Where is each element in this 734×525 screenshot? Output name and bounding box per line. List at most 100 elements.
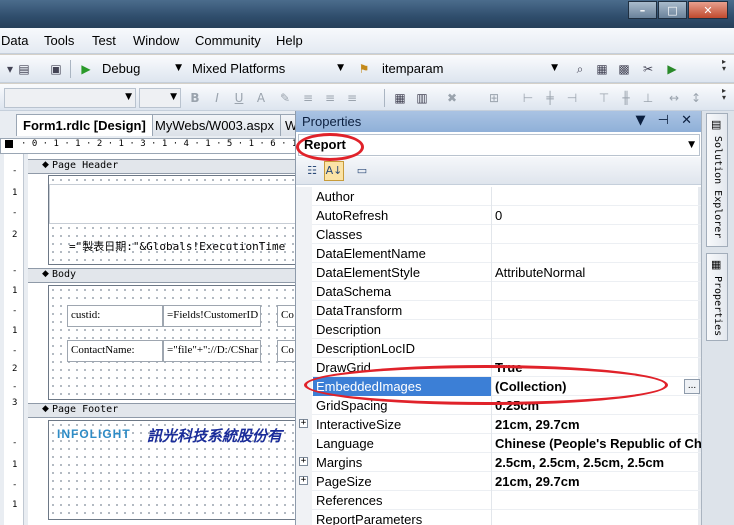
column-divider[interactable] (491, 415, 492, 434)
align-lefts-icon[interactable]: ⊢ (520, 90, 536, 106)
column-divider[interactable] (491, 377, 492, 396)
tab-w003-aspx[interactable]: MyWebs/W003.aspx (148, 114, 281, 136)
property-row[interactable]: GridSpacing 0.25cm (296, 396, 702, 415)
property-value[interactable]: True (495, 360, 702, 375)
same-height-icon[interactable]: ↕ (688, 90, 704, 106)
contactname-value-cell[interactable]: ="file"+"://D:/CShar (163, 340, 261, 362)
page-header-band-label[interactable]: ◆ Page Header (28, 159, 298, 174)
property-name[interactable]: PageSize (316, 474, 488, 489)
column-divider[interactable] (491, 472, 492, 491)
property-row[interactable]: + InteractiveSize 21cm, 29.7cm (296, 415, 702, 434)
property-row[interactable]: + Margins 2.5cm, 2.5cm, 2.5cm, 2.5cm (296, 453, 702, 472)
property-row[interactable]: Classes (296, 225, 702, 244)
report-design-surface[interactable]: ◆ Page Header ="製表日期:"&Globals!Execution… (28, 154, 299, 525)
property-value[interactable]: (Collection) (495, 379, 702, 394)
alphabetical-sort-icon[interactable]: A↓ (324, 161, 344, 181)
property-row[interactable]: DescriptionLocID (296, 339, 702, 358)
property-name[interactable]: DataTransform (316, 303, 488, 318)
page-footer-band-label[interactable]: ◆ Page Footer (28, 403, 298, 418)
menu-help[interactable]: Help (276, 33, 303, 48)
property-row[interactable]: References (296, 491, 702, 510)
align-bottoms-icon[interactable]: ⊥ (640, 90, 656, 106)
align-tops-icon[interactable]: ⊤ (596, 90, 612, 106)
body-band-label[interactable]: ◆ Body (28, 268, 298, 283)
properties-window-icon[interactable]: ▩ (616, 61, 632, 77)
find-icon[interactable]: ⌕ (572, 61, 588, 77)
menu-window[interactable]: Window (133, 33, 179, 48)
property-value[interactable]: Chinese (People's Republic of China) (495, 436, 702, 451)
page-header-band[interactable]: ="製表日期:"&Globals!ExecutionTime (48, 175, 298, 265)
property-value[interactable]: 2.5cm, 2.5cm, 2.5cm, 2.5cm (495, 455, 702, 470)
expand-icon[interactable]: + (299, 457, 308, 466)
property-row[interactable]: EmbeddedImages (Collection)... (296, 377, 702, 396)
start-debug-icon[interactable]: ▶ (78, 61, 94, 77)
header-textbox[interactable] (49, 184, 297, 224)
object-select[interactable]: Report ▼ (298, 134, 700, 156)
property-name[interactable]: DataElementStyle (316, 265, 488, 280)
tab-form1-design[interactable]: Form1.rdlc [Design] (16, 114, 153, 136)
close-window-button[interactable]: ✕ (688, 1, 728, 19)
property-row[interactable]: Description (296, 320, 702, 339)
property-name[interactable]: InteractiveSize (316, 417, 488, 432)
menu-tools[interactable]: Tools (44, 33, 74, 48)
object-browser-icon[interactable]: ▶ (664, 61, 680, 77)
column-divider[interactable] (491, 510, 492, 525)
page-footer-band[interactable]: INFOLIGHT 訊光科技系統股份有 (48, 420, 298, 520)
property-name[interactable]: Description (316, 322, 488, 337)
bold-icon[interactable]: B (187, 90, 203, 106)
property-name[interactable]: GridSpacing (316, 398, 488, 413)
menu-data[interactable]: Data (1, 33, 28, 48)
categorized-icon[interactable]: ☷ (302, 161, 322, 181)
property-value[interactable]: AttributeNormal (495, 265, 702, 280)
property-name[interactable]: DataSchema (316, 284, 488, 299)
font-color-icon[interactable]: A (253, 90, 269, 106)
property-row[interactable]: AutoRefresh 0 (296, 206, 702, 225)
align-middles-icon[interactable]: ╫ (618, 90, 634, 106)
property-name[interactable]: ReportParameters (316, 512, 488, 525)
property-row[interactable]: DataSchema (296, 282, 702, 301)
toolbar-overflow-icon[interactable]: ▸ ▾ (722, 58, 726, 73)
property-value[interactable]: 0.25cm (495, 398, 702, 413)
find-in-files-icon[interactable]: ⚑ (356, 61, 372, 77)
property-row[interactable]: DataElementStyle AttributeNormal (296, 263, 702, 282)
align-center-icon[interactable]: ≡ (322, 90, 338, 106)
align-rights-icon[interactable]: ⊣ (564, 90, 580, 106)
property-value[interactable]: 0 (495, 208, 702, 223)
column-divider[interactable] (491, 358, 492, 377)
column-divider[interactable] (491, 263, 492, 282)
toolbox-icon[interactable]: ✂ (640, 61, 656, 77)
delete-icon[interactable]: ✖ (444, 90, 460, 106)
property-row[interactable]: + PageSize 21cm, 29.7cm (296, 472, 702, 491)
grid-icon[interactable]: ▦ (392, 90, 408, 106)
custid-label-cell[interactable]: custid: (67, 305, 163, 327)
copy-icon[interactable]: ▤ (16, 61, 32, 77)
menu-community[interactable]: Community (195, 33, 261, 48)
underline-icon[interactable]: U (231, 90, 247, 106)
dock-tab-solution-explorer[interactable]: ▤ Solution Explorer (706, 113, 728, 247)
property-name[interactable]: DescriptionLocID (316, 341, 488, 356)
property-row[interactable]: DataElementName (296, 244, 702, 263)
platform-select[interactable]: Mixed Platforms ▼ (188, 59, 348, 79)
maximize-button[interactable]: □ (658, 1, 687, 19)
panel-controls[interactable]: ▼ ⊣ ✕ (636, 113, 696, 128)
ellipsis-button[interactable]: ... (684, 379, 700, 394)
column-divider[interactable] (491, 396, 492, 415)
property-name[interactable]: Author (316, 189, 488, 204)
column-divider[interactable] (491, 244, 492, 263)
property-name[interactable]: DataElementName (316, 246, 488, 261)
property-row[interactable]: Language Chinese (People's Republic of Ch… (296, 434, 702, 453)
menu-test[interactable]: Test (92, 33, 116, 48)
property-row[interactable]: DrawGrid True (296, 358, 702, 377)
header-expression[interactable]: ="製表日期:"&Globals!ExecutionTime (69, 238, 297, 254)
find-combo[interactable]: itemparam ▼ (378, 59, 562, 79)
column-divider[interactable] (491, 491, 492, 510)
column-divider[interactable] (491, 282, 492, 301)
background-color-icon[interactable]: ✎ (277, 90, 293, 106)
company-name-textbox[interactable]: 訊光科技系統股份有 (147, 425, 282, 446)
dock-tab-properties[interactable]: ▦ Properties (706, 253, 728, 341)
italic-icon[interactable]: I (209, 90, 225, 106)
column-divider[interactable] (491, 320, 492, 339)
layout-icon[interactable]: ▣ (48, 61, 64, 77)
align-icon[interactable]: ⊞ (486, 90, 502, 106)
expand-icon[interactable]: + (299, 476, 308, 485)
